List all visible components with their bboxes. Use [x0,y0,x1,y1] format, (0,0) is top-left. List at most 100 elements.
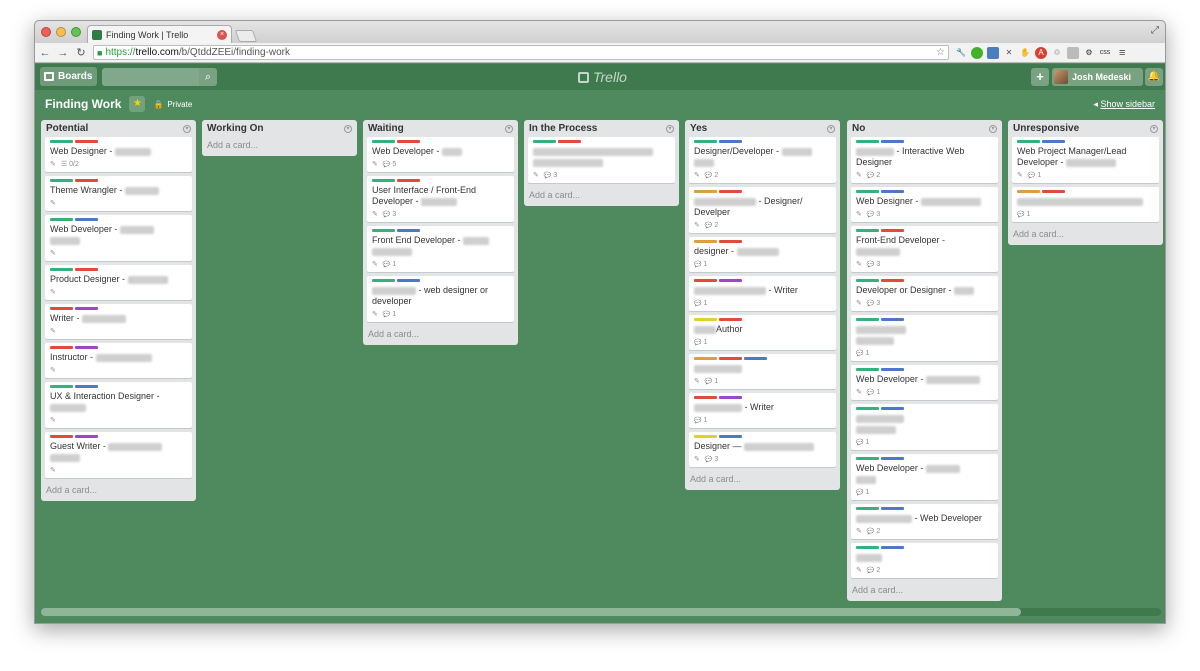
fullscreen-icon[interactable]: ⤢ [1151,25,1159,36]
close-window-button[interactable] [41,27,51,37]
card[interactable]: Web Project Manager/Lead Developer - ✎ 💬 1 [1012,137,1159,183]
search-input[interactable] [102,68,199,86]
page-icon[interactable] [1067,46,1079,59]
card[interactable]: User Interface / Front-End Developer - ✎… [367,176,514,222]
privacy-button[interactable]: 🔒 Private [153,100,192,109]
evernote-icon[interactable] [971,46,983,59]
list-menu-icon[interactable]: ▾ [989,124,997,133]
list-header[interactable]: Yes ▾ [685,120,840,137]
add-card-link[interactable]: Add a card... [847,582,1002,601]
list-name[interactable]: In the Process [529,123,597,134]
horizontal-scrollbar[interactable] [41,608,1161,616]
gear-icon[interactable]: ⚙ [1083,47,1095,59]
maximize-window-button[interactable] [71,27,81,37]
list-name[interactable]: Yes [690,123,707,134]
card[interactable]: designer - 💬 1 [689,237,836,272]
scrollbar-thumb[interactable] [41,608,1021,616]
card[interactable]: Writer - ✎ [45,304,192,339]
card[interactable]: Front-End Developer - ✎ 💬 3 [851,226,998,272]
card[interactable]: Web Developer - ✎ 💬 5 [367,137,514,172]
list-header[interactable]: In the Process ▾ [524,120,679,137]
list-menu-icon[interactable]: ▾ [1150,124,1158,133]
card[interactable]: - Designer/ Develper ✎ 💬 2 [689,187,836,233]
list-header[interactable]: Potential ▾ [41,120,196,137]
add-card-link[interactable]: Add a card... [363,326,518,345]
add-card-link[interactable]: Add a card... [41,482,196,501]
card[interactable]: 💬 1 [851,404,998,450]
show-sidebar-link[interactable]: ◂ Show sidebar [1093,99,1155,110]
forward-icon[interactable]: → [55,47,71,59]
list-name[interactable]: No [852,123,865,134]
list-menu-icon[interactable]: ▾ [344,124,352,133]
list-menu-icon[interactable]: ▾ [827,124,835,133]
card[interactable]: UX & Interaction Designer - ✎ [45,382,192,428]
card[interactable]: Developer or Designer - ✎ 💬 3 [851,276,998,311]
list-header[interactable]: Working On ▾ [202,120,357,137]
back-icon[interactable]: ← [37,47,53,59]
card[interactable]: Web Designer - ✎ ☰ 0/2 [45,137,192,172]
board-title[interactable]: Finding Work [45,97,121,111]
card[interactable]: ✎ 💬 1 [689,354,836,389]
card[interactable]: Designer/Developer - ✎ 💬 2 [689,137,836,183]
notification-bell-icon[interactable]: 🔔 [1145,68,1163,86]
card[interactable]: Web Developer - 💬 1 [851,454,998,500]
card[interactable]: - Web Developer ✎ 💬 2 [851,504,998,539]
card[interactable]: Web Developer - ✎ [45,215,192,261]
bookmark-star-icon[interactable]: ☆ [936,47,945,58]
list-name[interactable]: Waiting [368,123,404,134]
add-card-link[interactable]: Add a card... [202,137,357,156]
reload-icon[interactable]: ↻ [73,46,89,59]
card[interactable]: - Writer 💬 1 [689,393,836,428]
list-menu-icon[interactable]: ▾ [505,124,513,133]
css-icon[interactable]: css [1099,47,1111,59]
list-name[interactable]: Working On [207,123,263,134]
list-header[interactable]: No ▾ [847,120,1002,137]
add-card-link[interactable]: Add a card... [1008,226,1163,245]
list-header[interactable]: Waiting ▾ [363,120,518,137]
menu-icon[interactable]: ≡ [1119,47,1125,59]
list-name[interactable]: Potential [46,123,88,134]
card[interactable]: - web designer or developer ✎ 💬 1 [367,276,514,322]
minimize-window-button[interactable] [56,27,66,37]
add-icon[interactable]: + [1031,68,1049,86]
card[interactable]: Theme Wrangler - ✎ [45,176,192,211]
star-board-icon[interactable]: ★ [129,96,146,112]
card[interactable]: 💬 1 [1012,187,1159,222]
card[interactable]: Author 💬 1 [689,315,836,350]
card[interactable]: Guest Writer - ✎ [45,432,192,478]
adblock-icon[interactable]: A [1035,46,1047,59]
extension-icon[interactable] [987,46,999,59]
card[interactable]: Web Developer - ✎ 💬 1 [851,365,998,400]
card[interactable]: Designer — ✎ 💬 3 [689,432,836,467]
trello-logo[interactable]: Trello [578,69,627,85]
list-menu-icon[interactable]: ▾ [666,124,674,133]
card[interactable]: ✎ 💬 2 [851,543,998,578]
add-card-link[interactable]: Add a card... [524,187,679,206]
address-bar[interactable]: ■ https:// trello.com /b/QtddZEEi/findin… [93,45,949,60]
card[interactable]: 💬 1 [851,315,998,361]
new-tab-button[interactable] [234,30,258,42]
comment-count: 3 [876,299,881,307]
card[interactable]: Product Designer - ✎ [45,265,192,300]
recycle-icon[interactable]: ♲ [1051,47,1063,59]
card[interactable]: - Interactive Web Designer ✎ 💬 2 [851,137,998,183]
boards-button[interactable]: Boards [40,67,97,86]
card[interactable]: Front End Developer - ✎ 💬 1 [367,226,514,272]
card[interactable]: Web Designer - ✎ 💬 3 [851,187,998,222]
search-icon[interactable]: ⌕ [199,68,217,86]
tab-close-icon[interactable]: × [217,29,227,40]
card[interactable]: ✎ 💬 3 [528,137,675,183]
card[interactable]: - Writer 💬 1 [689,276,836,311]
card-labels [50,435,187,438]
wrench-icon[interactable]: 🔧 [955,47,967,59]
browser-tab[interactable]: Finding Work | Trello × [87,25,232,43]
list-header[interactable]: Unresponsive ▾ [1008,120,1163,137]
list-menu-icon[interactable]: ▾ [183,124,191,133]
list-name[interactable]: Unresponsive [1013,123,1079,134]
member-menu-button[interactable]: Josh Medeski [1052,68,1143,86]
card[interactable]: Instructor - ✎ [45,343,192,378]
tool-icon[interactable]: ✕ [1003,47,1015,59]
comments-badge: 💬 3 [867,211,880,218]
pin-icon[interactable]: ✋ [1019,47,1031,59]
add-card-link[interactable]: Add a card... [685,471,840,490]
